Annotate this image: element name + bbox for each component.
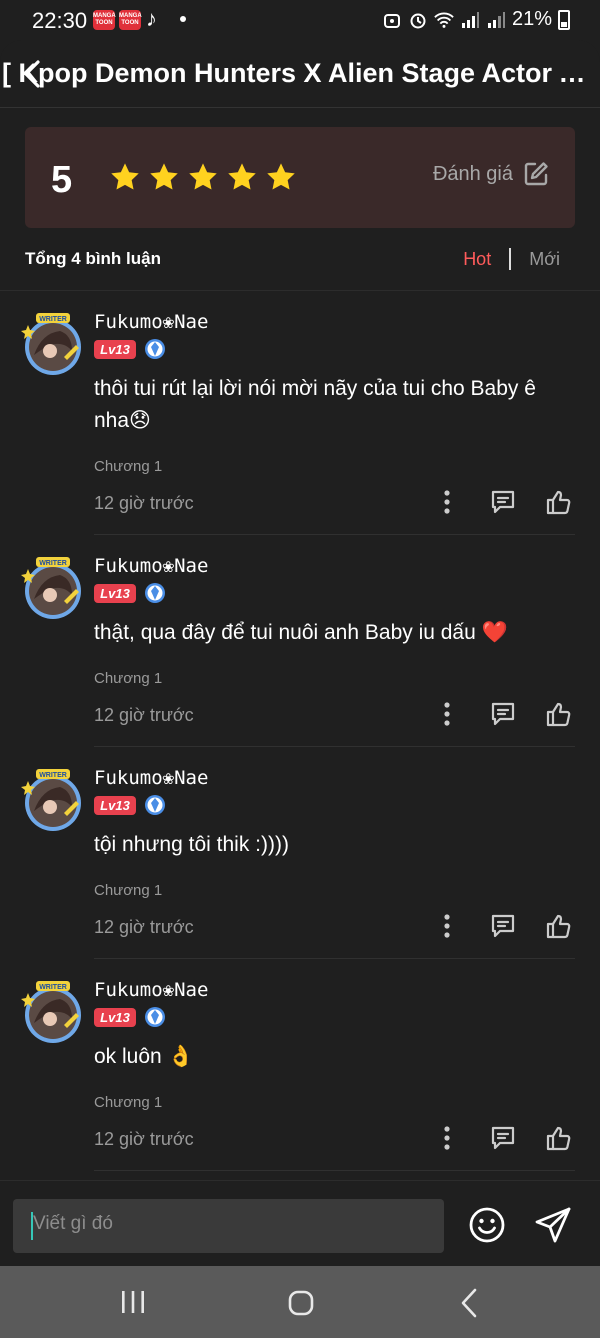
comment-time: 12 giờ trước xyxy=(94,705,194,725)
data-saver-icon xyxy=(382,10,402,30)
back-arrow-icon[interactable] xyxy=(18,57,48,91)
level-badge: Lv13 xyxy=(94,584,136,603)
recent-apps-icon[interactable] xyxy=(118,1288,148,1316)
sort-divider xyxy=(509,248,512,270)
user-avatar[interactable]: WRITER xyxy=(20,767,86,833)
comment-count: Tổng 4 bình luận xyxy=(25,249,161,268)
signal-icon xyxy=(486,10,506,30)
comment-actions xyxy=(434,913,572,939)
star-icon xyxy=(267,163,295,190)
like-icon[interactable] xyxy=(546,913,572,939)
rating-card: 5 Đánh giá xyxy=(25,127,575,228)
sort-tabs: Hot Mới xyxy=(463,248,560,270)
comment-item: WRITER Fukumo❀Nae Lv13 thật, qua đây để … xyxy=(0,535,600,747)
reply-icon[interactable] xyxy=(490,489,516,515)
comment-chapter[interactable]: Chương 1 xyxy=(94,670,162,687)
app-header: [ Kpop Demon Hunters X Alien Stage Actor… xyxy=(0,40,600,108)
wifi-icon xyxy=(434,10,454,30)
star-icon xyxy=(228,163,256,190)
user-avatar[interactable]: WRITER xyxy=(20,979,86,1045)
star-icon xyxy=(150,163,178,190)
user-avatar[interactable]: WRITER xyxy=(20,311,86,377)
comment-input-bar: Viết gì đó xyxy=(0,1180,600,1266)
star-icon xyxy=(189,163,217,190)
reply-icon[interactable] xyxy=(490,1125,516,1151)
level-badge: Lv13 xyxy=(94,1008,136,1027)
reply-icon[interactable] xyxy=(490,701,516,727)
comment-item: WRITER Fukumo❀Nae Lv13 thôi tui rút lại … xyxy=(0,291,600,535)
rate-button-label: Đánh giá xyxy=(432,162,513,185)
battery-icon xyxy=(558,9,570,30)
sort-new-tab[interactable]: Mới xyxy=(529,249,560,270)
svg-text:WRITER: WRITER xyxy=(39,316,67,323)
mangatoon-app-icon: MANGA TOON xyxy=(119,10,142,30)
diamond-badge-icon xyxy=(145,583,165,603)
comment-item: WRITER Fukumo❀Nae Lv13 tội nhưng tôi thi… xyxy=(0,747,600,959)
notification-dot-icon xyxy=(180,16,186,22)
comment-actions xyxy=(434,489,572,515)
comment-text: thật, qua đây để tui nuôi anh Baby iu dấ… xyxy=(94,621,508,644)
page-title: [ Kpop Demon Hunters X Alien Stage Actor… xyxy=(2,58,596,88)
rating-score: 5 xyxy=(51,159,73,201)
like-icon[interactable] xyxy=(546,489,572,515)
diamond-badge-icon xyxy=(145,339,165,359)
comment-text: ok luôn 👌 xyxy=(94,1045,194,1068)
emoji-icon[interactable] xyxy=(468,1206,506,1244)
comment-time: 12 giờ trước xyxy=(94,493,194,513)
comment-username[interactable]: Fukumo❀Nae xyxy=(94,555,208,577)
comment-text: thôi tui rút lại lời nói mời nãy của tui… xyxy=(94,377,536,432)
star-icon xyxy=(111,163,139,190)
mangatoon-app-icon: MANGA TOON xyxy=(93,10,116,30)
diamond-badge-icon xyxy=(145,1007,165,1027)
battery-percent: 21% xyxy=(511,8,552,30)
status-bar: 22:30 MANGA TOON MANGA TOON ♪ 21% xyxy=(0,0,600,40)
comment-time: 12 giờ trước xyxy=(94,1129,194,1149)
level-badge: Lv13 xyxy=(94,340,136,359)
comment-chapter[interactable]: Chương 1 xyxy=(94,882,162,899)
tiktok-icon: ♪ xyxy=(146,6,157,31)
alarm-icon xyxy=(408,10,428,30)
home-icon[interactable] xyxy=(287,1289,315,1317)
comment-actions xyxy=(434,701,572,727)
comment-username[interactable]: Fukumo❀Nae xyxy=(94,767,208,789)
comment-time: 12 giờ trước xyxy=(94,917,194,937)
user-avatar[interactable]: WRITER xyxy=(20,555,86,621)
comment-username[interactable]: Fukumo❀Nae xyxy=(94,311,208,333)
like-icon[interactable] xyxy=(546,1125,572,1151)
diamond-badge-icon xyxy=(145,795,165,815)
svg-text:WRITER: WRITER xyxy=(39,560,67,567)
more-options-icon[interactable] xyxy=(434,913,460,939)
signal-icon xyxy=(460,10,480,30)
status-time: 22:30 xyxy=(32,8,88,33)
sort-hot-tab[interactable]: Hot xyxy=(463,249,491,270)
more-options-icon[interactable] xyxy=(434,701,460,727)
comment-item: WRITER Fukumo❀Nae Lv13 ok luôn 👌 Chương … xyxy=(0,959,600,1171)
nav-back-icon[interactable] xyxy=(458,1287,480,1319)
send-icon[interactable] xyxy=(533,1205,573,1245)
comment-chapter[interactable]: Chương 1 xyxy=(94,1094,162,1111)
comment-username[interactable]: Fukumo❀Nae xyxy=(94,979,208,1001)
rating-stars xyxy=(109,161,297,193)
comment-input-placeholder: Viết gì đó xyxy=(33,1213,113,1234)
comment-input[interactable]: Viết gì đó xyxy=(13,1199,444,1253)
level-badge: Lv13 xyxy=(94,796,136,815)
comment-actions xyxy=(434,1125,572,1151)
svg-text:WRITER: WRITER xyxy=(39,772,67,779)
reply-icon[interactable] xyxy=(490,913,516,939)
comment-text: tội nhưng tôi thik :)))) xyxy=(94,833,289,856)
comment-chapter[interactable]: Chương 1 xyxy=(94,458,162,475)
rate-button[interactable]: Đánh giá xyxy=(433,161,549,187)
edit-icon xyxy=(524,162,548,186)
like-icon[interactable] xyxy=(546,701,572,727)
svg-text:WRITER: WRITER xyxy=(39,984,67,991)
comment-divider xyxy=(94,1170,575,1171)
more-options-icon[interactable] xyxy=(434,1125,460,1151)
system-nav-bar xyxy=(0,1266,600,1338)
more-options-icon[interactable] xyxy=(434,489,460,515)
